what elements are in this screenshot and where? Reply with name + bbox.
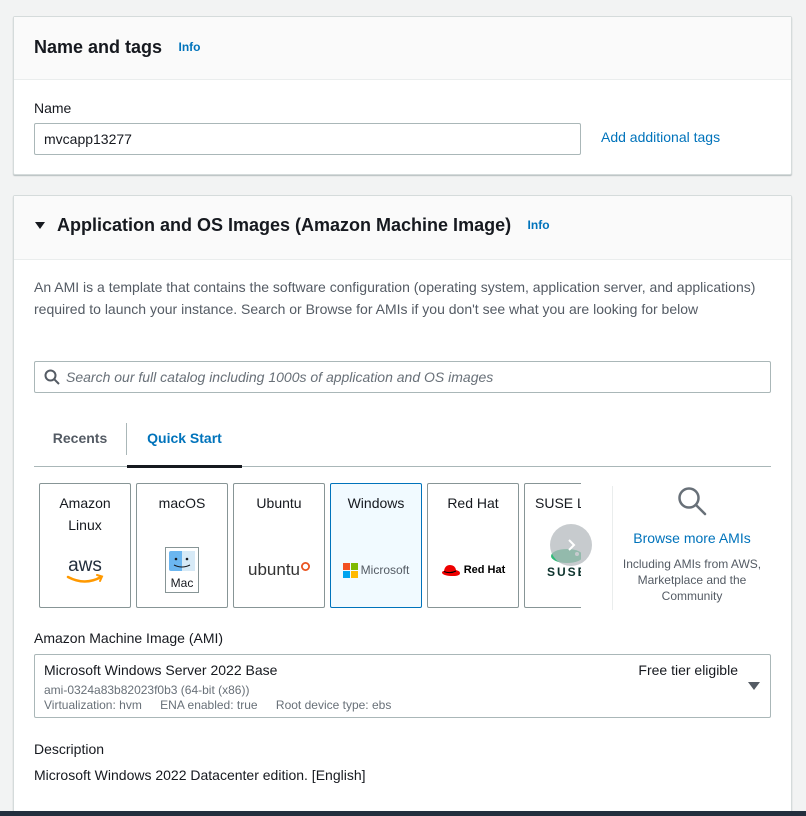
tab-recents[interactable]: Recents — [34, 421, 126, 466]
carousel-next-button[interactable] — [550, 524, 592, 566]
ami-select-label: Amazon Machine Image (AMI) — [34, 630, 224, 646]
add-additional-tags-link[interactable]: Add additional tags — [601, 129, 720, 145]
name-input[interactable] — [34, 123, 581, 155]
ami-ena: ENA enabled: true — [160, 698, 258, 712]
ami-section-title: Application and OS Images (Amazon Machin… — [57, 215, 512, 235]
mac-logo-text: Mac — [171, 576, 194, 590]
suse-logo-text: SUSE — [547, 565, 581, 579]
os-tiles-carousel: Amazon Linux aws macOS Mac Ubuntu ubuntu… — [39, 483, 581, 609]
free-tier-badge: Free tier eligible — [638, 662, 738, 678]
ami-select[interactable]: Microsoft Windows Server 2022 Base ami-0… — [34, 654, 771, 718]
os-tile-label: Red Hat — [447, 495, 499, 511]
os-tile-label: Amazon Linux — [59, 495, 111, 533]
ami-root-device: Root device type: ebs — [275, 698, 392, 712]
ami-id: ami-0324a83b82023f0b3 (64-bit (x86)) — [44, 683, 250, 697]
ami-tabs: Recents Quick Start — [34, 421, 771, 468]
search-icon — [44, 369, 60, 385]
chevron-right-icon — [568, 539, 576, 551]
os-tile-amazon-linux[interactable]: Amazon Linux aws — [39, 483, 131, 608]
os-tile-label: Ubuntu — [256, 495, 302, 511]
ubuntu-logo-icon: ubuntu — [234, 546, 324, 594]
browse-more-amis-subtitle: Including AMIs from AWS, Marketplace and… — [622, 557, 762, 603]
name-and-tags-header: Name and tags Info — [14, 17, 791, 80]
ami-name: Microsoft Windows Server 2022 Base — [44, 662, 278, 678]
ami-description-label: Description — [34, 741, 105, 757]
ami-description-value: Microsoft Windows 2022 Datacenter editio… — [34, 767, 366, 783]
ami-info-link[interactable]: Info — [528, 218, 550, 232]
microsoft-logo-text: Microsoft — [360, 563, 410, 577]
browse-more-amis[interactable]: Browse more AMIs Including AMIs from AWS… — [617, 486, 767, 604]
ami-meta: Virtualization: hvm ENA enabled: true Ro… — [44, 698, 406, 712]
aws-logo-text: aws — [68, 555, 102, 576]
caret-down-icon[interactable] — [35, 222, 45, 230]
os-tile-ubuntu[interactable]: Ubuntu ubuntu — [233, 483, 325, 608]
os-tile-label: Windows — [347, 495, 405, 511]
os-tile-windows[interactable]: Windows Microsoft — [330, 483, 422, 608]
ami-search-input[interactable] — [66, 363, 756, 391]
footer-bar — [0, 811, 806, 816]
name-and-tags-panel: Name and tags Info Name Add additional t… — [13, 16, 792, 175]
tab-quick-start[interactable]: Quick Start — [127, 421, 242, 468]
ami-panel: Application and OS Images (Amazon Machin… — [13, 195, 792, 816]
os-tile-label: macOS — [158, 495, 206, 511]
ami-virtualization: Virtualization: hvm — [44, 698, 142, 712]
ami-search-box[interactable] — [34, 361, 771, 393]
name-and-tags-title: Name and tags — [34, 37, 163, 57]
ubuntu-logo-text: ubuntu — [248, 560, 300, 579]
redhat-logo-text: Red Hat — [463, 564, 506, 576]
microsoft-logo-icon: Microsoft — [331, 546, 421, 594]
redhat-logo-icon: Red Hat — [428, 546, 518, 594]
name-label: Name — [34, 100, 72, 116]
browse-divider — [612, 486, 613, 610]
browse-more-amis-link[interactable]: Browse more AMIs — [617, 528, 767, 548]
ami-header[interactable]: Application and OS Images (Amazon Machin… — [14, 196, 791, 260]
caret-down-icon — [748, 682, 760, 690]
name-and-tags-info-link[interactable]: Info — [179, 40, 201, 54]
search-icon — [678, 487, 707, 516]
os-tile-macos[interactable]: macOS Mac — [136, 483, 228, 608]
aws-logo-icon: aws — [40, 546, 130, 594]
os-tile-label: SUSE Linux — [535, 495, 581, 511]
os-tile-red-hat[interactable]: Red Hat Red Hat — [427, 483, 519, 608]
ami-description: An AMI is a template that contains the s… — [34, 279, 756, 317]
mac-finder-icon: Mac — [137, 546, 227, 594]
